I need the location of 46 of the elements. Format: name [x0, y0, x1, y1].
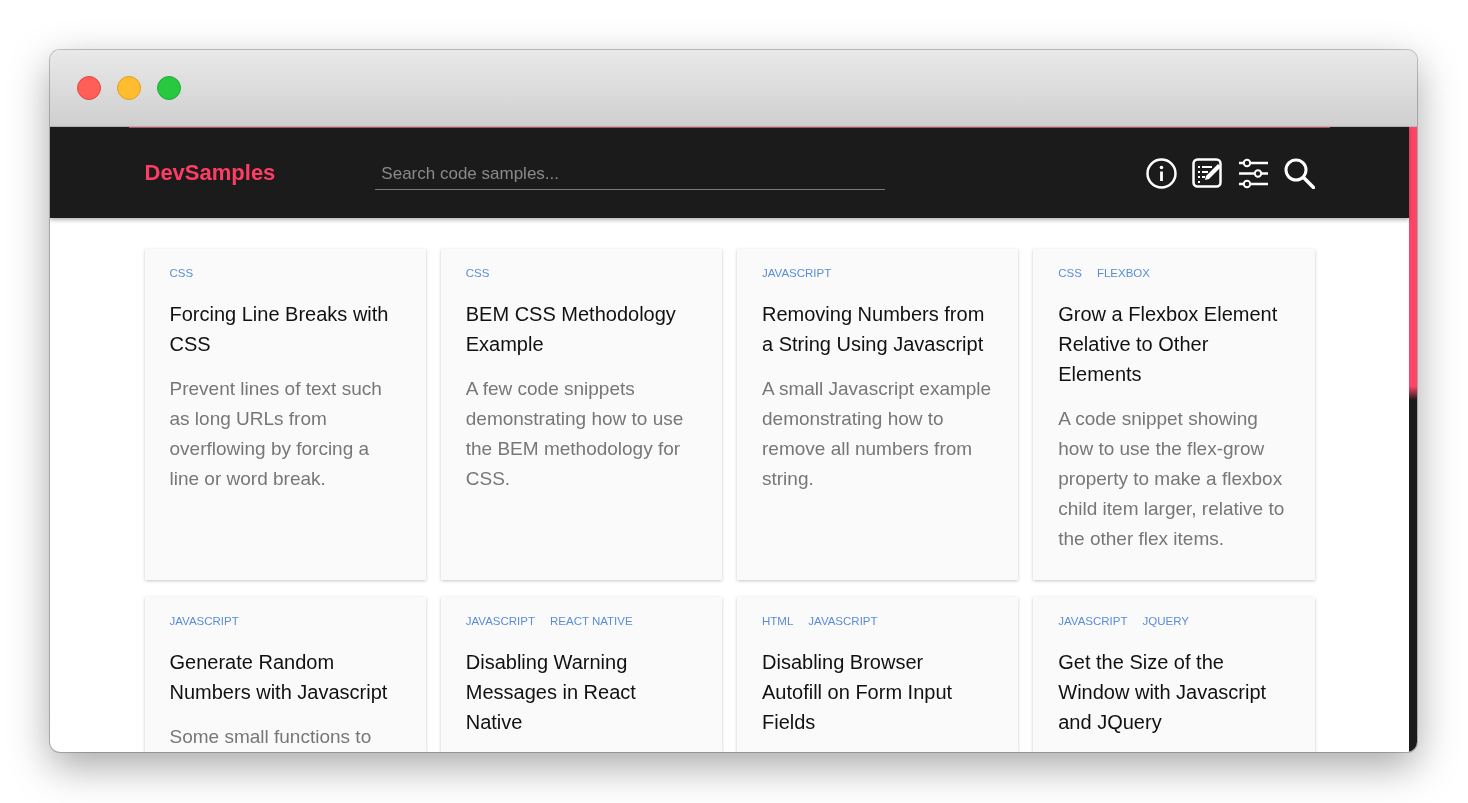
category-tag[interactable]: CSS — [169, 266, 194, 280]
card-title: Generate Random Numbers with Javascript — [169, 650, 389, 705]
category-tag[interactable]: REACT NATIVE — [550, 614, 633, 628]
sample-card[interactable]: JAVASCRIPT Generate Random Numbers with Javascript Some small functions to — [144, 597, 426, 752]
search-field[interactable]: Search code samples... — [375, 158, 886, 190]
card-title: Get the Size of the Window with Javascript and JQuery — [1058, 650, 1268, 735]
search-icon — [1283, 157, 1315, 189]
card-description: Prevent lines of text such as long URLs from overflowing by forcing a line or word break. — [169, 377, 383, 491]
card-description: A small Javascript example demonstrating how to remove all numbers from string. — [762, 377, 993, 491]
search-button[interactable] — [1283, 157, 1315, 189]
card-title: Disabling Warning Messages in React Native — [465, 650, 637, 735]
card-description: Some small functions to — [169, 725, 373, 749]
category-tag[interactable]: JAVASCRIPT — [808, 614, 878, 628]
category-tag[interactable]: JAVASCRIPT — [1058, 614, 1128, 628]
category-tag[interactable]: JAVASCRIPT — [465, 614, 535, 628]
sliders-icon — [1237, 157, 1269, 189]
sample-card[interactable]: HTML JAVASCRIPT Disabling Browser Autofill on Form Input Fields — [737, 597, 1019, 752]
close-button[interactable] — [77, 76, 101, 100]
notepad-pencil-icon — [1191, 157, 1223, 189]
sample-card[interactable]: CSS BEM CSS Methodology Example A few code snippets demonstrating how to use the BEM methodology for CSS. — [440, 249, 722, 580]
card-title: Disabling Browser Autofill on Form Input Fields — [762, 650, 954, 735]
sample-card[interactable]: JAVASCRIPT JQUERY Get the Size of the Window with Javascript and JQuery — [1033, 597, 1315, 752]
sample-card[interactable]: CSS FLEXBOX Grow a Flexbox Element Relative to Other Elements A code snippet showing how to use the flex-grow property to make a flexbox child item larger, relative to the other flex items. — [1033, 249, 1315, 580]
card-title: Forcing Line Breaks with CSS — [169, 302, 390, 357]
card-title: Grow a Flexbox Element Relative to Other Elements — [1058, 302, 1279, 387]
scrollbar-track[interactable] — [1409, 127, 1417, 752]
sample-card[interactable]: JAVASCRIPT REACT NATIVE Disabling Warning Messages in React Native — [440, 597, 722, 752]
category-tag[interactable]: HTML — [762, 614, 794, 628]
brand-logo[interactable]: DevSamples — [144, 160, 276, 186]
sample-card[interactable]: CSS Forcing Line Breaks with CSS Prevent lines of text such as long URLs from overflowing by forcing a line or word break. — [144, 249, 426, 580]
card-description: A code snippet showing how to use the flex-grow property to make a flexbox child item larger, relative to the other flex items. — [1058, 407, 1286, 551]
card-description: A few code snippets demonstrating how to use the BEM methodology for CSS. — [465, 377, 685, 491]
card-title: BEM CSS Methodology Example — [465, 302, 677, 357]
category-tag[interactable]: FLEXBOX — [1096, 266, 1150, 280]
category-tag[interactable]: JAVASCRIPT — [169, 614, 239, 628]
category-tag[interactable]: CSS — [1058, 266, 1082, 280]
scrollbar-thumb[interactable] — [1409, 127, 1417, 400]
category-tag[interactable]: CSS — [465, 266, 490, 280]
info-button[interactable] — [1145, 157, 1177, 189]
filters-button[interactable] — [1237, 157, 1269, 189]
category-tag[interactable]: JQUERY — [1142, 614, 1189, 628]
category-tag[interactable]: JAVASCRIPT — [762, 266, 832, 280]
info-icon — [1145, 157, 1177, 189]
card-title: Removing Numbers from a String Using Javascript — [762, 302, 985, 357]
sample-card[interactable]: JAVASCRIPT Removing Numbers from a String Using Javascript A small Javascript example demonstrating how to remove all numbers from string. — [737, 249, 1019, 580]
notes-button[interactable] — [1191, 157, 1223, 189]
